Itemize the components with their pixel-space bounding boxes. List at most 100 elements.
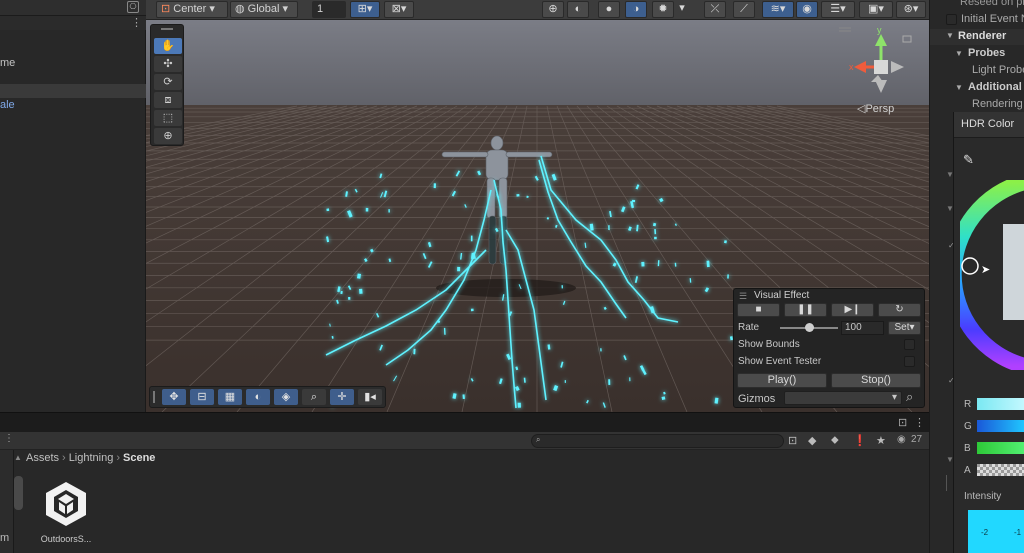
move-icon[interactable]: ✥ — [162, 389, 186, 405]
asset-name: OutdoorsS... — [40, 534, 92, 544]
move-tool-icon[interactable]: ✣ — [154, 56, 182, 72]
hierarchy-item[interactable]: me — [0, 55, 146, 71]
camera-projection-label[interactable]: ◁Persp — [857, 102, 894, 115]
favorite-star-icon[interactable]: ★ — [876, 434, 886, 447]
shaded-icon[interactable]: ◐ — [567, 1, 589, 18]
lighting-icon[interactable]: ◑ — [625, 1, 647, 18]
intensity-tick: -2 — [981, 528, 989, 537]
stop-icon[interactable]: ■ — [737, 303, 780, 317]
grid-snap-icon[interactable]: ⊞▾ — [350, 1, 380, 18]
render-mode-icon[interactable]: ⊕ — [542, 1, 564, 18]
channel-a-slider[interactable] — [977, 464, 1024, 476]
transform-tool-icon[interactable]: ⊕ — [154, 128, 182, 144]
fx-icon[interactable]: ⟋ — [733, 1, 755, 18]
breadcrumb-lightning[interactable]: Lightning — [69, 452, 114, 464]
project-folder-tree: m — [0, 450, 14, 553]
scale-tool-icon[interactable]: ⧈ — [154, 92, 182, 108]
asset-tile[interactable]: OutdoorsS... — [36, 478, 96, 546]
space-mode-label: Global — [247, 3, 280, 15]
gizmos-label: Gizmos — [738, 393, 776, 405]
gizmos-dropdown[interactable]: ▾ — [784, 391, 902, 405]
more-options-icon[interactable]: ⋮ — [131, 16, 142, 29]
hand-tool-icon[interactable]: ✋ — [154, 38, 182, 54]
project-search-input[interactable]: ⌕ — [531, 434, 784, 448]
gizmo-x-label: x — [849, 62, 854, 72]
zoom-icon[interactable]: ⌕ — [906, 389, 913, 405]
breadcrumb-assets[interactable]: Assets — [26, 452, 59, 464]
label-icon[interactable]: ⬥ — [831, 434, 839, 447]
spark-particle — [457, 266, 461, 272]
pivot-mode-dropdown[interactable]: ⊡ Center ▾ — [156, 1, 228, 18]
chevron-down-icon[interactable]: ▾ — [676, 1, 688, 18]
hierarchy-selected-row[interactable] — [0, 84, 146, 98]
spark-particle — [348, 296, 351, 300]
channel-r-slider[interactable] — [977, 398, 1024, 410]
grid-icon[interactable]: ▦ — [218, 389, 242, 405]
foldout-arrow-icon[interactable]: ▼ — [955, 83, 963, 92]
zoom-icon[interactable]: ⌕ — [302, 389, 326, 405]
warning-icon[interactable]: ❗ — [853, 434, 867, 447]
spark-particle — [413, 348, 416, 355]
pan-icon[interactable]: ✛ — [330, 389, 354, 405]
grid-size-field[interactable]: 1 — [312, 1, 346, 18]
layers-icon[interactable]: ◈ — [274, 389, 298, 405]
channel-g-slider[interactable] — [977, 420, 1024, 432]
rotate-tool-icon[interactable]: ⟳ — [154, 74, 182, 90]
hierarchy-item[interactable]: ale — [0, 97, 146, 113]
more-options-icon[interactable]: ⋮ — [914, 416, 925, 429]
more-options-icon[interactable]: ⋮ — [4, 433, 14, 444]
camera-settings-icon[interactable]: ▣▾ — [859, 1, 893, 18]
spark-particle — [641, 261, 645, 267]
renderer-header[interactable]: ▼ Renderer — [930, 29, 1024, 45]
spark-particle — [629, 377, 631, 382]
camera-icon[interactable]: ▮◂ — [358, 389, 382, 405]
color-wheel[interactable] — [960, 180, 1024, 370]
sun-icon[interactable]: ✹ — [652, 1, 674, 18]
pause-icon[interactable]: ❚❚ — [784, 303, 827, 317]
set-dropdown[interactable]: Set▾ — [888, 321, 921, 335]
play-button[interactable]: Play() — [737, 373, 827, 388]
shading-icon[interactable]: ◐ — [246, 389, 270, 405]
initial-event-checkbox[interactable] — [946, 14, 957, 25]
lock-icon[interactable]: ⎔ — [127, 1, 139, 13]
search-by-type-icon[interactable]: ⊡ — [788, 434, 797, 447]
show-bounds-checkbox[interactable] — [904, 339, 915, 350]
align-icon[interactable]: ⊟ — [190, 389, 214, 405]
show-event-tester-checkbox[interactable] — [904, 356, 915, 367]
stop-button[interactable]: Stop() — [831, 373, 921, 388]
rendering-label: Rendering — [972, 98, 1023, 110]
channel-b-slider[interactable] — [977, 442, 1024, 454]
projection-text: Persp — [865, 103, 895, 115]
rect-tool-icon[interactable]: ⬚ — [154, 110, 182, 126]
breadcrumb-scene[interactable]: Scene — [123, 452, 155, 464]
rate-slider-thumb[interactable] — [805, 323, 814, 332]
foldout-arrow-icon[interactable]: ▼ — [955, 49, 963, 58]
spark-particle — [433, 183, 436, 189]
chevron-down-icon: ▾ — [891, 392, 897, 403]
audio-mute-icon[interactable]: ⤫ — [704, 1, 726, 18]
layers-icon[interactable]: ≋▾ — [762, 1, 794, 18]
increment-snap-icon[interactable]: ⊠▾ — [384, 1, 414, 18]
search-by-label-icon[interactable]: ◆ — [808, 434, 816, 447]
lock-icon[interactable]: ⊡ — [898, 416, 907, 429]
intensity-swatch[interactable]: -2 -1 — [968, 510, 1024, 553]
rate-field[interactable]: 100 — [841, 321, 884, 335]
gizmos-icon[interactable]: ⊛▾ — [896, 1, 926, 18]
scene-layers-icon[interactable]: ☰▾ — [821, 1, 855, 18]
drag-handle-icon[interactable] — [153, 391, 155, 403]
spark-particle — [600, 348, 602, 352]
sphere-icon[interactable]: ● — [598, 1, 620, 18]
pivot-mode-label: Center — [173, 3, 207, 15]
rate-slider[interactable] — [780, 323, 838, 332]
space-mode-dropdown[interactable]: ◍ Global ▾ — [230, 1, 298, 18]
drag-handle-icon[interactable] — [161, 28, 173, 30]
scrollbar-thumb[interactable] — [14, 476, 23, 510]
color-picker-header: HDR Color — [954, 112, 1024, 138]
chevron-up-icon[interactable]: ▲ — [14, 453, 22, 462]
step-icon[interactable]: ▶❙ — [831, 303, 874, 317]
eyedropper-icon[interactable]: ✎ — [963, 152, 974, 168]
visibility-icon: ◉ — [897, 434, 906, 445]
restart-icon[interactable]: ↻ — [878, 303, 921, 317]
renderer-label: Renderer — [958, 30, 1007, 42]
visibility-icon[interactable]: ◉ — [796, 1, 818, 18]
